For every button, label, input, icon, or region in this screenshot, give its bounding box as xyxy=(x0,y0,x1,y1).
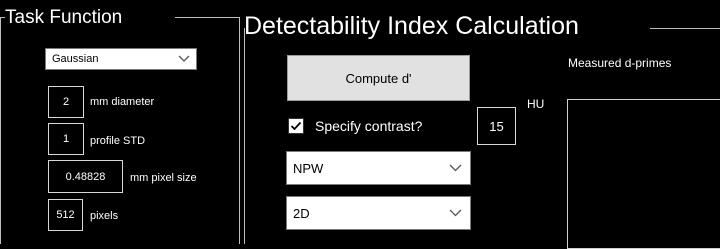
compute-dprime-button[interactable]: Compute d' xyxy=(287,55,470,101)
measured-dprimes-list[interactable] xyxy=(567,99,720,249)
checkmark-icon xyxy=(290,121,302,131)
observer-select[interactable]: NPW xyxy=(286,151,471,185)
task-type-select[interactable]: Gaussian xyxy=(45,48,197,70)
diameter-label: mm diameter xyxy=(90,96,155,108)
measured-dprimes-label: Measured d-primes xyxy=(568,56,672,70)
specify-contrast-label[interactable]: Specify contrast? xyxy=(315,118,422,134)
contrast-unit: HU xyxy=(527,97,545,111)
task-type-value: Gaussian xyxy=(52,53,99,65)
dimension-select[interactable]: 2D xyxy=(286,196,471,230)
task-group-left-border xyxy=(0,17,1,244)
diameter-input[interactable]: 2 xyxy=(48,86,84,118)
chevron-down-icon xyxy=(449,164,462,172)
pixel-size-value: 0.48828 xyxy=(65,170,106,183)
pixels-label: pixels xyxy=(90,210,119,222)
dimension-value: 2D xyxy=(293,205,310,221)
profile-std-label: profile STD xyxy=(90,135,146,147)
detect-group-top-border-right xyxy=(650,28,720,29)
detect-group-left-border xyxy=(244,28,245,244)
diameter-value: 2 xyxy=(62,96,70,108)
observer-value: NPW xyxy=(293,160,324,176)
task-group-right-border xyxy=(239,17,240,244)
contrast-input[interactable]: 15 xyxy=(477,107,516,145)
pixel-size-label: mm pixel size xyxy=(130,172,197,184)
task-function-title: Task Function xyxy=(5,7,123,28)
pixels-value: 512 xyxy=(56,209,75,221)
chevron-down-icon xyxy=(449,209,462,217)
profile-std-value: 1 xyxy=(62,133,70,145)
specify-contrast-checkbox[interactable] xyxy=(288,118,304,134)
profile-std-input[interactable]: 1 xyxy=(48,123,84,155)
contrast-value: 15 xyxy=(489,118,504,134)
pixels-input[interactable]: 512 xyxy=(48,199,83,231)
detectability-title: Detectability Index Calculation xyxy=(244,12,579,40)
chevron-down-icon xyxy=(178,55,190,62)
task-group-top-border-right xyxy=(175,17,239,18)
pixel-size-input[interactable]: 0.48828 xyxy=(48,160,123,193)
